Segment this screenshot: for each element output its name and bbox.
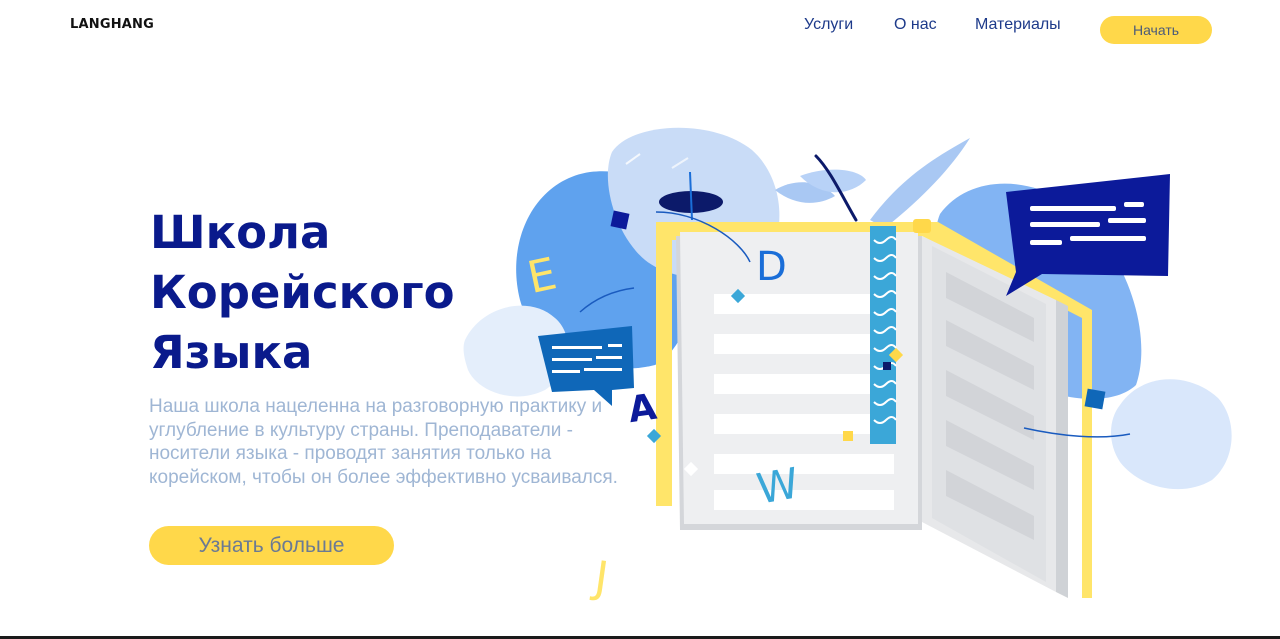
hero-description: Наша школа нацеленна на разговорную прак…	[149, 396, 618, 488]
nav-link-materials[interactable]: Материалы	[975, 16, 1061, 34]
nav-link-services[interactable]: Услуги	[804, 16, 853, 34]
nav-link-about[interactable]: О нас	[894, 16, 937, 34]
site-header: LANGHANG Услуги О нас Материалы Начать	[0, 0, 1280, 60]
letter-w: W	[753, 458, 802, 513]
letter-j: J	[588, 551, 611, 604]
letter-d: D	[756, 244, 787, 290]
hero-title-line: Языка	[150, 326, 313, 379]
hero-title-line: Школа	[150, 206, 331, 259]
hero-title: Школа Корейского Языка	[150, 203, 570, 383]
hero-title-line: Корейского	[150, 266, 455, 319]
hero-illustration: E D A W J	[463, 127, 1232, 604]
learn-more-button[interactable]: Узнать больше	[149, 526, 394, 565]
logo[interactable]: LANGHANG	[70, 17, 154, 32]
start-button[interactable]: Начать	[1100, 16, 1212, 44]
